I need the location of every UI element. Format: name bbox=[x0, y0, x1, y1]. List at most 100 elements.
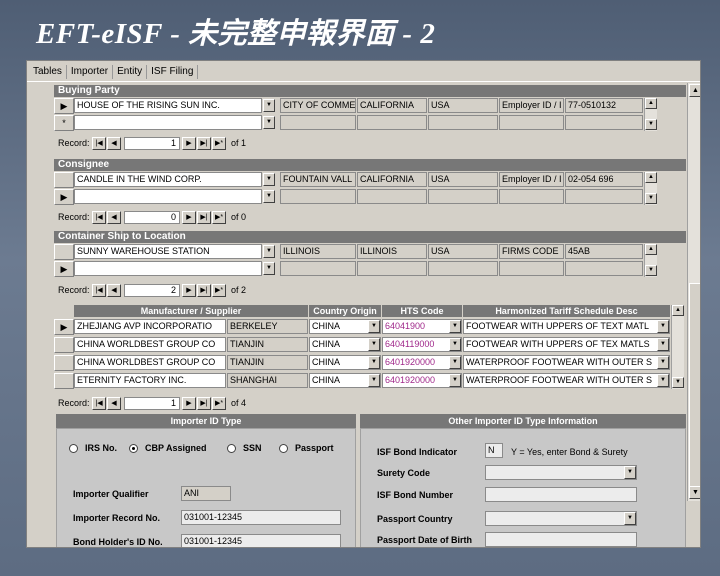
menu-isf-filing[interactable]: ISF Filing bbox=[147, 65, 199, 79]
record-number-input[interactable]: 2 bbox=[124, 283, 180, 297]
party-id-number[interactable]: 77-0510132 bbox=[565, 98, 643, 113]
party-city[interactable]: CITY OF COMME bbox=[280, 98, 356, 113]
prev-record-button[interactable]: ◀ bbox=[107, 283, 121, 297]
consignee-city[interactable]: FOUNTAIN VALL bbox=[280, 172, 356, 187]
party-id-number[interactable] bbox=[565, 115, 643, 130]
ship-to-state[interactable]: ILLINOIS bbox=[357, 244, 427, 259]
party-state[interactable] bbox=[357, 115, 427, 130]
manufacturer-row[interactable]: ▶ ZHEJIANG AVP INCORPORATIO BERKELEY CHI… bbox=[54, 319, 686, 335]
ship-to-id-type[interactable]: FIRMS CODE bbox=[499, 244, 564, 259]
consignee-id-type[interactable] bbox=[499, 189, 564, 204]
row-selector[interactable] bbox=[54, 172, 74, 188]
party-country[interactable]: USA bbox=[428, 98, 498, 113]
party-id-type[interactable]: Employer ID / I bbox=[499, 98, 564, 113]
arrow-down-icon[interactable]: ▼ bbox=[645, 119, 657, 130]
manufacturer-row[interactable]: CHINA WORLDBEST GROUP CO TIANJIN CHINA ▼… bbox=[54, 337, 686, 353]
consignee-name-combo[interactable] bbox=[74, 189, 262, 204]
arrow-down-icon[interactable]: ▼ bbox=[645, 265, 657, 276]
party-name-combo[interactable] bbox=[74, 115, 262, 130]
arrow-up-icon[interactable]: ▲ bbox=[645, 172, 657, 183]
bond-holder-field[interactable]: 031001-12345 bbox=[181, 534, 341, 547]
hts-desc-combo[interactable]: WATERPROOF FOOTWEAR WITH OUTER S bbox=[463, 373, 670, 388]
bond-number-field[interactable] bbox=[485, 487, 637, 502]
consignee-state[interactable] bbox=[357, 189, 427, 204]
col-header-hts-code[interactable]: HTS Code bbox=[382, 305, 462, 317]
prev-record-button[interactable]: ◀ bbox=[107, 136, 121, 150]
consignee-country[interactable]: USA bbox=[428, 172, 498, 187]
hts-desc-combo[interactable]: WATERPROOF FOOTWEAR WITH OUTER S bbox=[463, 355, 670, 370]
menu-entity[interactable]: Entity bbox=[113, 65, 148, 79]
ship-to-country[interactable]: USA bbox=[428, 244, 498, 259]
new-record-button[interactable]: ▶* bbox=[212, 210, 226, 224]
consignee-city[interactable] bbox=[280, 189, 356, 204]
row-selector[interactable]: ▶ bbox=[54, 189, 74, 205]
ship-to-id-type[interactable] bbox=[499, 261, 564, 276]
first-record-button[interactable]: |◀ bbox=[92, 210, 106, 224]
chevron-down-icon[interactable]: ▼ bbox=[657, 338, 669, 351]
radio-passport[interactable] bbox=[279, 444, 288, 453]
arrow-up-icon[interactable]: ▲ bbox=[672, 305, 684, 316]
ship-to-city[interactable]: ILLINOIS bbox=[280, 244, 356, 259]
chevron-down-icon[interactable]: ▼ bbox=[657, 356, 669, 369]
buying-party-scrollbar[interactable]: ▲ ▼ bbox=[644, 98, 657, 131]
radio-cbp-assigned[interactable] bbox=[129, 444, 138, 453]
manufacturer-name-combo[interactable]: CHINA WORLDBEST GROUP CO bbox=[74, 337, 226, 352]
chevron-down-icon[interactable]: ▼ bbox=[449, 374, 461, 387]
manufacturer-name-combo[interactable]: CHINA WORLDBEST GROUP CO bbox=[74, 355, 226, 370]
manufacturer-row[interactable]: ETERNITY FACTORY INC. SHANGHAI CHINA ▼ 6… bbox=[54, 373, 686, 389]
manufacturer-city[interactable]: SHANGHAI bbox=[227, 373, 308, 388]
prev-record-button[interactable]: ◀ bbox=[107, 210, 121, 224]
consignee-row[interactable]: CANDLE IN THE WIND CORP. ▼ FOUNTAIN VALL… bbox=[54, 172, 686, 188]
main-scrollbar[interactable]: ▲ ▼ bbox=[687, 83, 700, 501]
row-selector[interactable]: * bbox=[54, 115, 74, 131]
next-record-button[interactable]: ▶ bbox=[182, 210, 196, 224]
chevron-down-icon[interactable]: ▼ bbox=[263, 262, 275, 275]
first-record-button[interactable]: |◀ bbox=[92, 396, 106, 410]
first-record-button[interactable]: |◀ bbox=[92, 283, 106, 297]
chevron-down-icon[interactable]: ▼ bbox=[449, 338, 461, 351]
chevron-down-icon[interactable]: ▼ bbox=[368, 374, 380, 387]
last-record-button[interactable]: ▶| bbox=[197, 210, 211, 224]
record-number-input[interactable]: 0 bbox=[124, 210, 180, 224]
row-selector[interactable] bbox=[54, 337, 74, 353]
party-id-type[interactable] bbox=[499, 115, 564, 130]
col-header-manufacturer[interactable]: Manufacturer / Supplier bbox=[74, 305, 308, 317]
consignee-id-number[interactable]: 02-054 696 bbox=[565, 172, 643, 187]
scrollbar-thumb[interactable] bbox=[689, 283, 700, 493]
chevron-down-icon[interactable]: ▼ bbox=[368, 338, 380, 351]
manufacturer-name-combo[interactable]: ZHEJIANG AVP INCORPORATIO bbox=[74, 319, 226, 334]
ship-to-row[interactable]: SUNNY WAREHOUSE STATION ▼ ILLINOIS ILLIN… bbox=[54, 244, 686, 260]
ship-to-id-number[interactable]: 45AB bbox=[565, 244, 643, 259]
chevron-down-icon[interactable]: ▼ bbox=[263, 190, 275, 203]
new-record-button[interactable]: ▶* bbox=[212, 283, 226, 297]
consignee-id-type[interactable]: Employer ID / I bbox=[499, 172, 564, 187]
party-name-combo[interactable]: HOUSE OF THE RISING SUN INC. bbox=[74, 98, 262, 113]
col-header-hts-desc[interactable]: Harmonized Tariff Schedule Desc bbox=[463, 305, 670, 317]
row-selector[interactable]: ▶ bbox=[54, 261, 74, 277]
arrow-down-icon[interactable]: ▼ bbox=[645, 193, 657, 204]
chevron-down-icon[interactable]: ▼ bbox=[368, 356, 380, 369]
ship-to-city[interactable] bbox=[280, 261, 356, 276]
chevron-down-icon[interactable]: ▼ bbox=[657, 320, 669, 333]
passport-country-combo[interactable] bbox=[485, 511, 637, 526]
ship-to-state[interactable] bbox=[357, 261, 427, 276]
row-selector[interactable]: ▶ bbox=[54, 319, 74, 335]
party-country[interactable] bbox=[428, 115, 498, 130]
record-number-input[interactable]: 1 bbox=[124, 396, 180, 410]
chevron-down-icon[interactable]: ▼ bbox=[624, 466, 636, 479]
manufacturer-scrollbar[interactable]: ▲ ▼ bbox=[671, 305, 684, 389]
chevron-down-icon[interactable]: ▼ bbox=[368, 320, 380, 333]
importer-record-field[interactable]: 031001-12345 bbox=[181, 510, 341, 525]
row-selector[interactable] bbox=[54, 373, 74, 389]
radio-ssn[interactable] bbox=[227, 444, 236, 453]
manufacturer-city[interactable]: BERKELEY bbox=[227, 319, 308, 334]
prev-record-button[interactable]: ◀ bbox=[107, 396, 121, 410]
chevron-down-icon[interactable]: ▼ bbox=[263, 99, 275, 112]
party-city[interactable] bbox=[280, 115, 356, 130]
manufacturer-row[interactable]: CHINA WORLDBEST GROUP CO TIANJIN CHINA ▼… bbox=[54, 355, 686, 371]
ship-to-name-combo[interactable] bbox=[74, 261, 262, 276]
chevron-down-icon[interactable]: ▼ bbox=[449, 356, 461, 369]
radio-irs-no[interactable] bbox=[69, 444, 78, 453]
arrow-up-icon[interactable]: ▲ bbox=[689, 84, 700, 97]
next-record-button[interactable]: ▶ bbox=[182, 283, 196, 297]
